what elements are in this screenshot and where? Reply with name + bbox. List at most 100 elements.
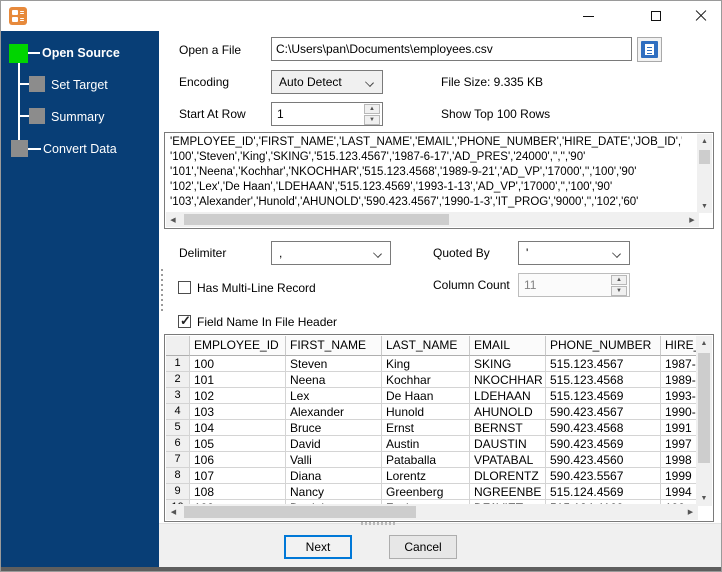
grid-cell[interactable]: BERNST bbox=[470, 420, 546, 436]
grid-cell[interactable]: DLORENTZ bbox=[470, 468, 546, 484]
footer-grip[interactable] bbox=[361, 522, 397, 525]
grid-cell[interactable]: Alexander bbox=[286, 404, 382, 420]
table-row[interactable]: 4 103 Alexander Hunold AHUNOLD 590.423.4567 19… bbox=[166, 404, 698, 420]
grid-cell[interactable]: 590.423.4568 bbox=[546, 420, 661, 436]
grid-cell[interactable]: 102 bbox=[190, 388, 286, 404]
grid-cell[interactable]: 590.423.4569 bbox=[546, 436, 661, 452]
panel-splitter[interactable] bbox=[161, 269, 163, 313]
grid-row-number[interactable]: 3 bbox=[166, 388, 190, 404]
grid-cell[interactable]: Valli bbox=[286, 452, 382, 468]
table-row[interactable]: 8 107 Diana Lorentz DLORENTZ 590.423.5567 1999 bbox=[166, 468, 698, 484]
grid-cell[interactable]: Greenberg bbox=[382, 484, 470, 500]
grid-row-number[interactable]: 2 bbox=[166, 372, 190, 388]
sidebar-item-summary[interactable]: Summary bbox=[51, 110, 104, 124]
grid-row-number[interactable]: 8 bbox=[166, 468, 190, 484]
delimiter-select[interactable]: , bbox=[271, 241, 391, 265]
grid-cell[interactable]: 1998 bbox=[661, 452, 698, 468]
scroll-left-icon[interactable]: ◀ bbox=[166, 212, 180, 227]
grid-row-number[interactable]: 9 bbox=[166, 484, 190, 500]
grid-cell[interactable]: 515.123.4568 bbox=[546, 372, 661, 388]
grid-cell[interactable]: Neena bbox=[286, 372, 382, 388]
field-name-in-header-checkbox[interactable]: ✓ bbox=[178, 313, 191, 328]
sidebar-item-open-source[interactable]: Open Source bbox=[42, 46, 120, 60]
grid-cell[interactable]: 1997 bbox=[661, 436, 698, 452]
grid-cell[interactable]: Nancy bbox=[286, 484, 382, 500]
grid-cell[interactable]: 101 bbox=[190, 372, 286, 388]
grid-row-number[interactable]: 1 bbox=[166, 356, 190, 372]
has-multiline-checkbox[interactable]: ✓ bbox=[178, 281, 191, 294]
scroll-left-icon[interactable]: ◀ bbox=[166, 504, 181, 520]
raw-preview-box[interactable]: 'EMPLOYEE_ID','FIRST_NAME','LAST_NAME','… bbox=[164, 132, 714, 229]
grid-cell[interactable]: 590.423.5567 bbox=[546, 468, 661, 484]
grid-cell[interactable]: NKOCHHAR bbox=[470, 372, 546, 388]
grid-row-number[interactable] bbox=[166, 336, 190, 356]
grid-cell[interactable]: 1994 bbox=[661, 484, 698, 500]
grid-cell[interactable]: Bruce bbox=[286, 420, 382, 436]
grid-row-number[interactable]: 7 bbox=[166, 452, 190, 468]
grid-cell[interactable]: 1990-1-3 bbox=[661, 404, 698, 420]
start-at-row-stepper[interactable]: 1 ▲ ▼ bbox=[271, 102, 383, 126]
scroll-down-icon[interactable]: ▼ bbox=[696, 491, 712, 506]
grid-cell[interactable]: Pataballa bbox=[382, 452, 470, 468]
grid-cell[interactable]: SKING bbox=[470, 356, 546, 372]
grid-row-number[interactable]: 4 bbox=[166, 404, 190, 420]
grid-cell[interactable]: 1989-9-21 bbox=[661, 372, 698, 388]
grid-cell[interactable]: Steven bbox=[286, 356, 382, 372]
grid-cell[interactable]: King bbox=[382, 356, 470, 372]
browse-file-button[interactable] bbox=[637, 37, 662, 62]
stepper-down-icon[interactable]: ▼ bbox=[364, 115, 380, 125]
stepper-up-icon[interactable]: ▲ bbox=[364, 104, 380, 114]
grid-cell[interactable]: Diana bbox=[286, 468, 382, 484]
scroll-up-icon[interactable]: ▲ bbox=[697, 134, 712, 148]
grid-cell[interactable]: 1993-1-13 bbox=[661, 388, 698, 404]
grid-cell[interactable]: DAUSTIN bbox=[470, 436, 546, 452]
scroll-right-icon[interactable]: ▶ bbox=[683, 504, 698, 520]
grid-cell[interactable]: 1991 bbox=[661, 420, 698, 436]
cancel-button[interactable]: Cancel bbox=[389, 535, 457, 559]
grid-vertical-scrollbar[interactable]: ▲ ▼ bbox=[696, 336, 712, 506]
grid-cell[interactable]: HIRE_DATE bbox=[661, 336, 698, 356]
grid-cell[interactable]: 515.123.4569 bbox=[546, 388, 661, 404]
grid-cell[interactable]: 1999 bbox=[661, 468, 698, 484]
grid-cell[interactable]: LDEHAAN bbox=[470, 388, 546, 404]
close-button[interactable] bbox=[678, 1, 721, 31]
grid-cell[interactable]: 515.123.4567 bbox=[546, 356, 661, 372]
grid-cell[interactable]: De Haan bbox=[382, 388, 470, 404]
table-row[interactable]: 5 104 Bruce Ernst BERNST 590.423.4568 1991 bbox=[166, 420, 698, 436]
next-button[interactable]: Next bbox=[284, 535, 352, 559]
grid-cell[interactable]: Kochhar bbox=[382, 372, 470, 388]
preview-data-grid[interactable]: EMPLOYEE_ID FIRST_NAME LAST_NAME EMAIL PHONE… bbox=[164, 334, 714, 522]
grid-cell[interactable]: 590.423.4567 bbox=[546, 404, 661, 420]
table-row[interactable]: 6 105 David Austin DAUSTIN 590.423.4569 1997 bbox=[166, 436, 698, 452]
encoding-select[interactable]: Auto Detect bbox=[271, 70, 383, 94]
table-row[interactable]: 7 106 Valli Pataballa VPATABAL 590.423.4560 19… bbox=[166, 452, 698, 468]
grid-cell[interactable]: Lorentz bbox=[382, 468, 470, 484]
grid-cell[interactable]: 590.423.4560 bbox=[546, 452, 661, 468]
table-row[interactable]: 3102LexDe HaanLDEHAAN515.123.45691993-1-… bbox=[166, 388, 698, 404]
grid-cell[interactable]: Ernst bbox=[382, 420, 470, 436]
grid-cell[interactable]: Lex bbox=[286, 388, 382, 404]
grid-cell[interactable]: David bbox=[286, 436, 382, 452]
grid-cell[interactable]: 1987-6-17 bbox=[661, 356, 698, 372]
grid-cell[interactable]: 105 bbox=[190, 436, 286, 452]
scroll-right-icon[interactable]: ▶ bbox=[685, 212, 699, 227]
grid-cell[interactable]: VPATABAL bbox=[470, 452, 546, 468]
grid-cell[interactable]: 104 bbox=[190, 420, 286, 436]
grid-cell[interactable]: 100 bbox=[190, 356, 286, 372]
grid-row-number[interactable]: 5 bbox=[166, 420, 190, 436]
grid-cell[interactable]: LAST_NAME bbox=[382, 336, 470, 356]
grid-cell[interactable]: 103 bbox=[190, 404, 286, 420]
grid-cell[interactable]: AHUNOLD bbox=[470, 404, 546, 420]
preview-horizontal-scrollbar[interactable]: ◀ ▶ bbox=[166, 212, 699, 227]
table-row[interactable]: 9 108 Nancy Greenberg NGREENBE 515.124.4569 19… bbox=[166, 484, 698, 500]
table-row[interactable]: 1100StevenKingSKING515.123.45671987-6-17 bbox=[166, 356, 698, 372]
scroll-down-icon[interactable]: ▼ bbox=[697, 199, 712, 213]
grid-cell[interactable]: 106 bbox=[190, 452, 286, 468]
grid-cell[interactable]: 108 bbox=[190, 484, 286, 500]
grid-cell[interactable]: 107 bbox=[190, 468, 286, 484]
sidebar-item-convert-data[interactable]: Convert Data bbox=[43, 142, 117, 156]
grid-cell[interactable]: Austin bbox=[382, 436, 470, 452]
scroll-up-icon[interactable]: ▲ bbox=[696, 336, 712, 351]
grid-horizontal-scrollbar[interactable]: ◀ ▶ bbox=[166, 504, 698, 520]
table-row[interactable]: 2 101 Neena Kochhar NKOCHHAR 515.123.4568 1989… bbox=[166, 372, 698, 388]
